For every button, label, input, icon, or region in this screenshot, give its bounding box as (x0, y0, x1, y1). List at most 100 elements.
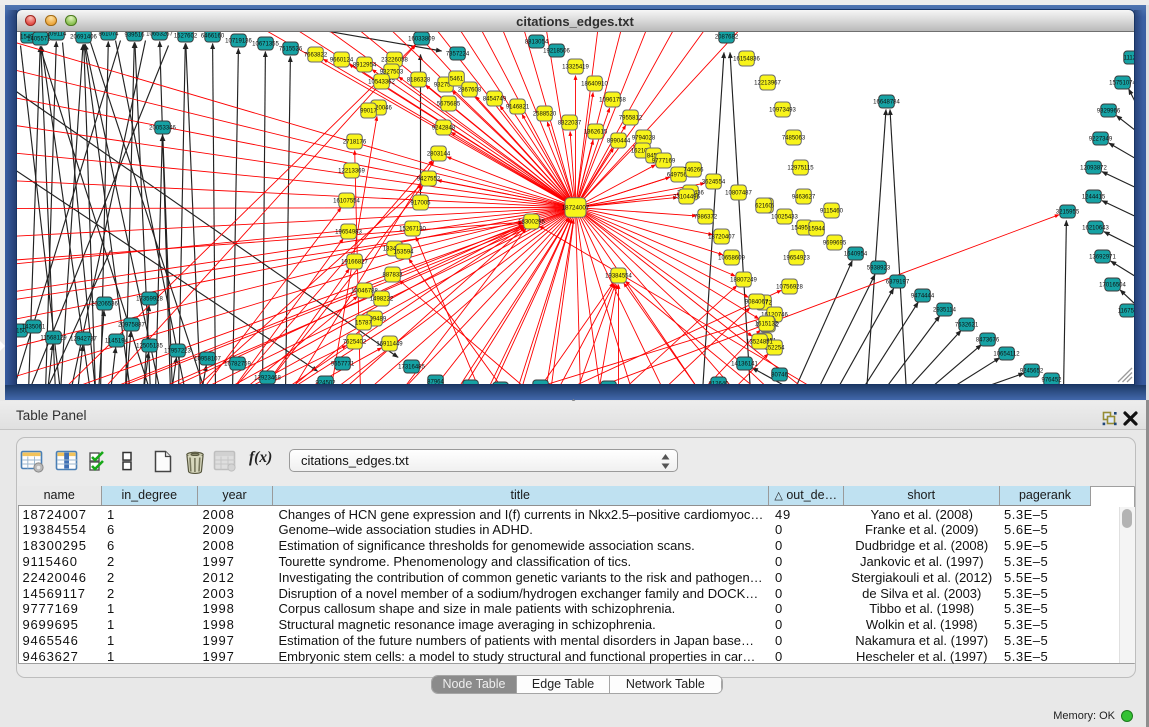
svg-text:2718176: 2718176 (342, 139, 366, 145)
svg-text:10025433: 10025433 (771, 214, 798, 220)
svg-text:9777169: 9777169 (651, 158, 675, 164)
svg-text:9657771: 9657771 (330, 361, 354, 367)
svg-text:8990444: 8990444 (606, 138, 630, 144)
svg-text:16107554: 16107554 (333, 198, 360, 204)
svg-text:18807249: 18807249 (730, 277, 757, 283)
svg-text:8473676: 8473676 (975, 337, 999, 343)
svg-text:99017: 99017 (360, 108, 377, 114)
svg-text:2935114: 2935114 (933, 307, 957, 313)
svg-text:10543362: 10543362 (368, 79, 395, 85)
svg-text:23226058: 23226058 (381, 57, 408, 63)
svg-text:812640: 812640 (708, 381, 729, 383)
svg-text:19218506: 19218506 (543, 48, 570, 54)
svg-text:9115460: 9115460 (820, 208, 844, 214)
svg-text:10654112: 10654112 (993, 351, 1020, 357)
svg-text:9699695: 9699695 (822, 240, 846, 246)
svg-text:20206536: 20206536 (91, 301, 118, 307)
svg-text:5461: 5461 (449, 76, 463, 82)
svg-text:14136141: 14136141 (731, 361, 758, 367)
svg-text:19654983: 19654983 (335, 229, 362, 235)
svg-text:10958107: 10958107 (194, 356, 221, 362)
svg-text:19654923: 19654923 (783, 255, 810, 261)
svg-text:10719136: 10719136 (225, 38, 252, 44)
svg-text:1527602: 1527602 (173, 33, 197, 39)
svg-text:3215955: 3215955 (1055, 209, 1079, 215)
svg-text:924502: 924502 (315, 380, 336, 383)
svg-text:12505135: 12505135 (136, 343, 163, 349)
svg-text:116753: 116753 (1117, 308, 1133, 314)
svg-text:12942737: 12942737 (70, 336, 97, 342)
svg-text:1362615: 1362615 (583, 129, 607, 135)
svg-text:18640910: 18640910 (581, 81, 608, 87)
svg-text:11123: 11123 (1123, 55, 1133, 61)
svg-text:6379197: 6379197 (885, 279, 909, 285)
svg-text:17359928: 17359928 (136, 296, 163, 302)
svg-text:9660124: 9660124 (329, 57, 353, 63)
svg-text:861074: 861074 (98, 32, 119, 38)
svg-text:17957223: 17957223 (164, 348, 191, 354)
svg-text:12213967: 12213967 (754, 80, 781, 86)
svg-text:20975887: 20975887 (118, 322, 145, 328)
svg-text:16154836: 16154836 (733, 56, 760, 62)
svg-text:9794028: 9794028 (631, 135, 655, 141)
svg-text:9245652: 9245652 (1019, 368, 1043, 374)
svg-text:9242848: 9242848 (431, 125, 455, 131)
svg-text:9427552: 9427552 (416, 176, 440, 182)
svg-text:19166827: 19166827 (341, 259, 368, 265)
svg-text:20691406: 20691406 (70, 34, 97, 40)
svg-text:2803144: 2803144 (426, 151, 450, 157)
svg-text:2588520: 2588520 (532, 111, 556, 117)
svg-text:209114: 209114 (46, 32, 66, 38)
svg-text:10973493: 10973493 (769, 107, 796, 113)
svg-text:9463627: 9463627 (791, 194, 815, 200)
svg-text:12093872: 12093872 (1080, 165, 1107, 171)
svg-text:3624554: 3624554 (701, 179, 725, 185)
svg-text:87964: 87964 (427, 379, 444, 383)
svg-text:9227349: 9227349 (1088, 136, 1112, 142)
svg-text:16782759: 16782759 (224, 361, 251, 367)
svg-text:19384554: 19384554 (605, 273, 632, 279)
svg-text:10653267: 10653267 (146, 32, 173, 38)
svg-text:7663822: 7663822 (303, 52, 327, 58)
svg-text:15944: 15944 (808, 226, 825, 232)
svg-text:10756928: 10756928 (776, 284, 803, 290)
svg-text:10658609: 10658609 (718, 255, 745, 261)
svg-text:20053346: 20053346 (149, 125, 176, 131)
svg-text:16210643: 16210643 (1082, 225, 1109, 231)
svg-text:16911449: 16911449 (376, 341, 403, 347)
svg-text:917005: 917005 (410, 200, 431, 206)
svg-text:7955812: 7955812 (618, 115, 642, 121)
svg-text:1615132: 1615132 (754, 321, 778, 327)
svg-text:7515526: 7515526 (278, 46, 302, 52)
svg-text:2087682: 2087682 (714, 34, 738, 40)
svg-text:13692971: 13692971 (1089, 254, 1116, 260)
svg-text:62160: 62160 (755, 203, 772, 209)
svg-text:7986372: 7986372 (693, 214, 717, 220)
svg-text:7632621: 7632621 (954, 322, 978, 328)
svg-text:2867608: 2867608 (457, 87, 481, 93)
svg-text:13524851: 13524851 (746, 339, 773, 345)
svg-text:17316485: 17316485 (398, 364, 425, 370)
svg-text:12975115: 12975115 (787, 165, 814, 171)
svg-text:1498222: 1498222 (369, 296, 393, 302)
svg-text:15787: 15787 (355, 320, 372, 326)
svg-text:153594: 153594 (393, 249, 414, 255)
svg-text:80746: 80746 (771, 372, 788, 378)
svg-text:9474444: 9474444 (910, 293, 934, 299)
svg-text:12213369: 12213369 (338, 168, 365, 174)
svg-text:939516: 939516 (124, 32, 145, 38)
svg-text:23104496: 23104496 (673, 194, 700, 200)
svg-text:976452: 976452 (1041, 377, 1062, 383)
svg-text:18720407: 18720407 (708, 234, 735, 240)
svg-text:8813054: 8813054 (524, 39, 548, 45)
svg-text:9084067: 9084067 (744, 299, 768, 305)
svg-text:13325419: 13325419 (562, 64, 589, 70)
svg-text:17016504: 17016504 (1099, 282, 1126, 288)
svg-text:7357224: 7357224 (445, 51, 469, 57)
svg-text:887833: 887833 (382, 272, 403, 278)
svg-text:10961758: 10961758 (599, 97, 626, 103)
svg-text:8912954: 8912954 (352, 62, 376, 68)
svg-text:5675685: 5675685 (436, 101, 460, 107)
svg-text:15751074: 15751074 (1109, 80, 1134, 86)
svg-text:16033809: 16033809 (408, 36, 435, 42)
